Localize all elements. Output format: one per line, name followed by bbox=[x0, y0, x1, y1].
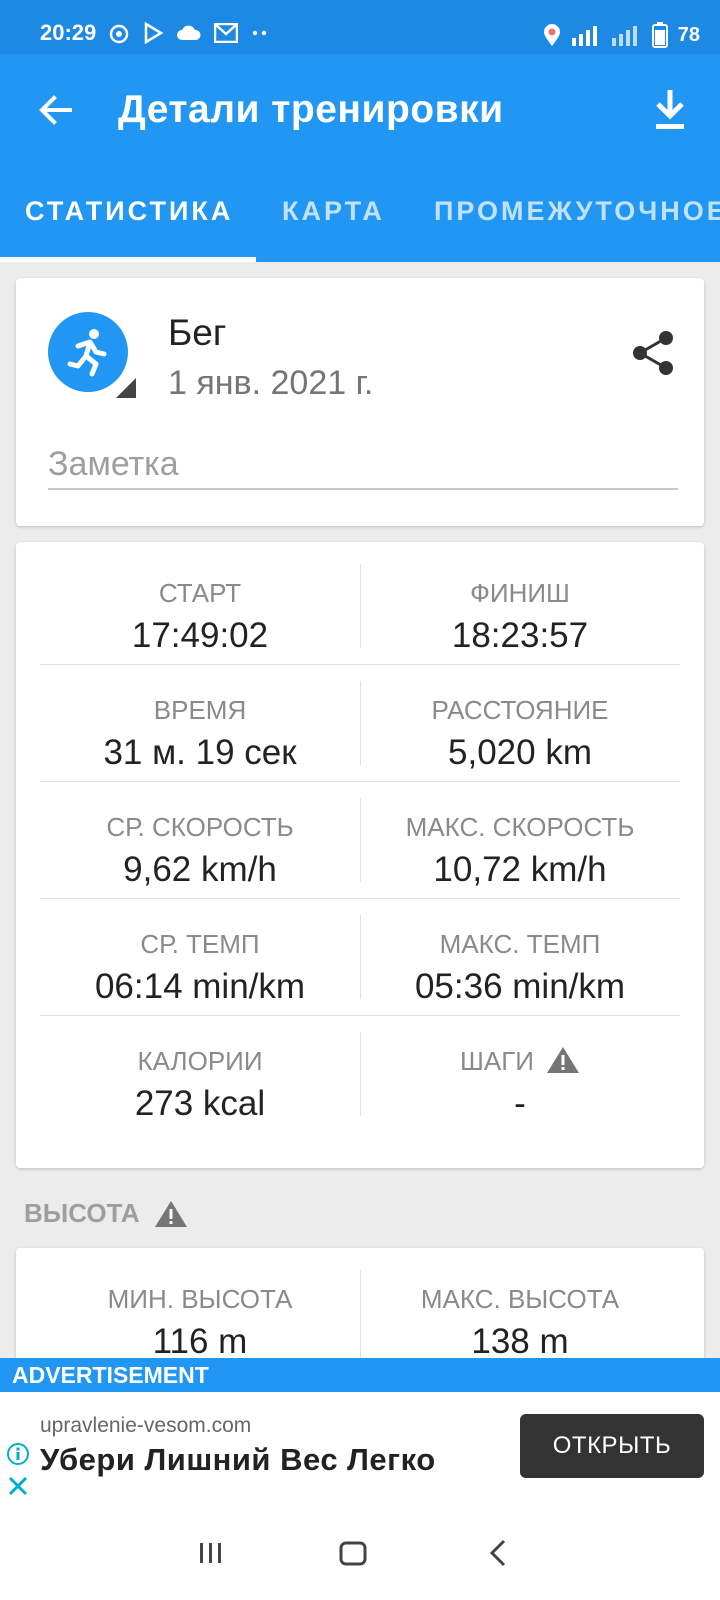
column-divider bbox=[360, 564, 361, 648]
ad-open-button[interactable]: ОТКРЫТЬ bbox=[520, 1414, 704, 1478]
workout-header-card: Бег 1 янв. 2021 г. bbox=[16, 278, 704, 526]
activity-date: 1 янв. 2021 г. bbox=[168, 364, 374, 402]
warning-icon[interactable] bbox=[546, 1046, 580, 1074]
page-title: Детали тренировки bbox=[118, 88, 504, 131]
more-dots-icon bbox=[252, 30, 267, 36]
section-heading-altitude: ВЫСОТА bbox=[24, 1198, 188, 1229]
stat-value: 05:36 min/km bbox=[414, 967, 626, 1006]
stat-duration: ВРЕМЯ 31 м. 19 сек bbox=[40, 659, 360, 777]
stat-calories: КАЛОРИИ 273 kcal bbox=[40, 1010, 360, 1128]
play-store-icon bbox=[144, 22, 164, 44]
info-icon[interactable] bbox=[6, 1442, 30, 1466]
ad-banner[interactable]: upravlenie-vesom.com Убери Лишний Вес Ле… bbox=[0, 1392, 720, 1502]
stat-label: СР. ТЕМП bbox=[140, 929, 260, 959]
stat-label: СР. СКОРОСТЬ bbox=[106, 812, 294, 842]
stat-value: 10,72 km/h bbox=[433, 850, 607, 889]
signal-icon bbox=[571, 26, 597, 46]
tab-map[interactable]: КАРТА bbox=[282, 196, 385, 227]
status-time: 20:29 bbox=[40, 20, 97, 45]
tab-intermediate[interactable]: ПРОМЕЖУТОЧНОЕ bbox=[434, 196, 720, 227]
tab-bar: СТАТИСТИКА КАРТА ПРОМЕЖУТОЧНОЕ bbox=[0, 176, 720, 262]
home-icon[interactable] bbox=[336, 1536, 370, 1570]
signal-2-icon bbox=[611, 26, 637, 46]
stat-finish: ФИНИШ 18:23:57 bbox=[360, 542, 680, 660]
stat-label: ВРЕМЯ bbox=[153, 695, 247, 725]
location-icon bbox=[543, 24, 560, 46]
stat-value: 31 м. 19 сек bbox=[103, 733, 297, 772]
stat-distance: РАССТОЯНИЕ 5,020 km bbox=[360, 659, 680, 777]
stat-steps: ШАГИ - bbox=[360, 1010, 680, 1128]
stat-min-altitude: МИН. ВЫСОТА 116 m bbox=[40, 1248, 360, 1366]
battery-level: 78 bbox=[677, 23, 700, 46]
stat-max-speed: МАКС. СКОРОСТЬ 10,72 km/h bbox=[360, 776, 680, 894]
back-icon[interactable] bbox=[482, 1536, 516, 1570]
activity-name: Бег bbox=[168, 312, 227, 353]
stat-max-pace: МАКС. ТЕМП 05:36 min/km bbox=[360, 893, 680, 1011]
stat-label: ФИНИШ bbox=[470, 578, 570, 608]
ad-headline[interactable]: Убери Лишний Вес Легко bbox=[40, 1442, 436, 1478]
stat-label: КАЛОРИИ bbox=[137, 1046, 263, 1076]
stat-avg-speed: СР. СКОРОСТЬ 9,62 km/h bbox=[40, 776, 360, 894]
system-nav-bar bbox=[0, 1502, 720, 1600]
note-field[interactable] bbox=[48, 440, 678, 490]
tab-indicator bbox=[0, 257, 256, 262]
stat-label: МАКС. ВЫСОТА bbox=[420, 1284, 620, 1314]
alarm-icon bbox=[109, 24, 129, 44]
column-divider bbox=[360, 915, 361, 999]
stat-value: 18:23:57 bbox=[451, 616, 589, 655]
activity-type-dropdown-indicator bbox=[116, 378, 136, 398]
battery-icon bbox=[651, 22, 668, 48]
stat-max-altitude: МАКС. ВЫСОТА 138 m bbox=[360, 1248, 680, 1366]
stat-value: 273 kcal bbox=[134, 1084, 266, 1123]
status-icons-left bbox=[108, 22, 270, 44]
warning-icon[interactable] bbox=[154, 1200, 188, 1228]
gmail-icon bbox=[214, 23, 238, 43]
share-icon[interactable] bbox=[628, 328, 678, 378]
column-divider bbox=[360, 1270, 361, 1370]
column-divider bbox=[360, 798, 361, 882]
close-icon[interactable] bbox=[6, 1474, 30, 1498]
stat-value: 138 m bbox=[471, 1322, 569, 1361]
stat-label: МИН. ВЫСОТА bbox=[107, 1284, 293, 1314]
status-icons-right: 78 bbox=[542, 22, 700, 48]
stat-value: 9,62 km/h bbox=[123, 850, 277, 889]
stat-label: МАКС. ТЕМП bbox=[439, 929, 601, 959]
stat-start: СТАРТ 17:49:02 bbox=[40, 542, 360, 660]
stat-label: МАКС. СКОРОСТЬ bbox=[405, 812, 635, 842]
arrow-back-icon[interactable] bbox=[34, 88, 78, 132]
status-bar: 20:29 78 bbox=[0, 0, 720, 54]
column-divider bbox=[360, 681, 361, 765]
stat-avg-pace: СР. ТЕМП 06:14 min/km bbox=[40, 893, 360, 1011]
recent-apps-icon[interactable] bbox=[194, 1536, 228, 1570]
cloud-icon bbox=[177, 25, 201, 40]
app-bar: Детали тренировки СТАТИСТИКА КАРТА ПРОМЕ… bbox=[0, 54, 720, 262]
stat-value: - bbox=[514, 1084, 526, 1123]
stat-label-text: ШАГИ bbox=[460, 1046, 534, 1076]
stat-value: 5,020 km bbox=[448, 733, 592, 772]
stat-label: СТАРТ bbox=[158, 578, 242, 608]
section-heading-text: ВЫСОТА bbox=[24, 1198, 140, 1228]
ad-label: ADVERTISEMENT bbox=[0, 1358, 720, 1392]
ad-domain: upravlenie-vesom.com bbox=[40, 1414, 252, 1437]
tab-statistics[interactable]: СТАТИСТИКА bbox=[25, 196, 233, 227]
stat-value: 116 m bbox=[152, 1322, 248, 1361]
stat-value: 06:14 min/km bbox=[94, 967, 306, 1006]
stat-label: ШАГИ bbox=[360, 1046, 680, 1077]
download-icon[interactable] bbox=[648, 86, 692, 134]
stat-value: 17:49:02 bbox=[131, 616, 269, 655]
column-divider bbox=[360, 1032, 361, 1116]
stats-card: СТАРТ 17:49:02 ФИНИШ 18:23:57 ВРЕМЯ 31 м… bbox=[16, 542, 704, 1168]
stat-label: РАССТОЯНИЕ bbox=[431, 695, 609, 725]
